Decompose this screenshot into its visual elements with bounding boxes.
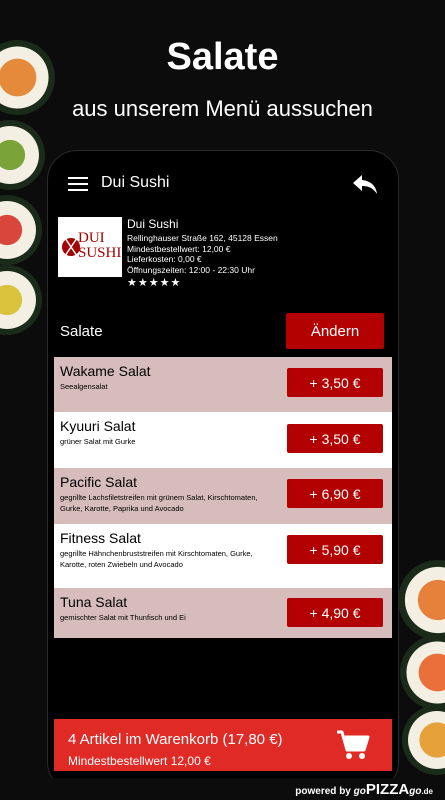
item-name: Pacific Salat (60, 474, 138, 490)
add-price-button[interactable]: + 4,90 € (287, 598, 383, 627)
add-price-button[interactable]: + 5,90 € (287, 535, 383, 564)
menu-item[interactable]: Fitness Salat gegrillte Hähnchenbruststr… (54, 524, 392, 588)
cart-bar[interactable]: 4 Artikel im Warenkorb (17,80 €) Mindest… (54, 719, 392, 771)
promo-title: Salate (166, 36, 279, 78)
powered-by-text: powered by goPIZZAgo.de (295, 781, 433, 798)
menu-icon[interactable] (68, 177, 88, 191)
item-description: gegrillte Lachsfiletstreifen mit grünem … (60, 493, 258, 513)
restaurant-info: DUI SUSHI Dui Sushi Rellinghauser Straße… (54, 209, 392, 301)
brand-go-2: go (409, 786, 422, 797)
menu-list: Wakame Salat Seealgensalat + 3,50 € Kyuu… (54, 357, 392, 638)
promo-subtitle: aus unserem Menü aussuchen (72, 96, 373, 121)
add-price-button[interactable]: + 6,90 € (287, 479, 383, 508)
logo-text-2: SUSHI (78, 245, 122, 261)
item-name: Tuna Salat (60, 594, 128, 610)
restaurant-address: Rellinghauser Straße 162, 45128 Essen (127, 233, 278, 243)
item-description: Seealgensalat (60, 382, 108, 391)
powered-by-label: powered by (295, 786, 351, 797)
menu-item[interactable]: Pacific Salat gegrillte Lachsfiletstreif… (54, 468, 392, 524)
app-title: Dui Sushi (101, 174, 170, 191)
shopping-cart-icon[interactable] (336, 729, 370, 761)
app-screen: Dui Sushi DUI SUSHI Dui Sushi Rellinghau… (54, 157, 392, 779)
menu-item[interactable]: Kyuuri Salat grüner Salat mit Gurke + 3,… (54, 412, 392, 468)
cart-min-order: Mindestbestellwert 12,00 € (68, 754, 211, 768)
item-name: Wakame Salat (60, 363, 151, 379)
change-category-button[interactable]: Ändern (286, 313, 384, 349)
footer: powered by goPIZZAgo.de (0, 778, 445, 800)
logo-text-1: DUI (78, 230, 105, 246)
min-order: Mindestbestellwert: 12,00 € (127, 243, 231, 254)
restaurant-name: Dui Sushi (127, 217, 179, 231)
menu-item[interactable]: Tuna Salat gemischter Salat mit Thunfisc… (54, 588, 392, 638)
opening-hours: Öffnungszeiten: 12:00 - 22:30 Uhr (127, 264, 255, 275)
menu-item[interactable]: Wakame Salat Seealgensalat + 3,50 € (54, 357, 392, 412)
brand-tld: .de (421, 787, 433, 796)
item-description: grüner Salat mit Gurke (60, 437, 136, 446)
category-header: Salate Ändern (54, 307, 392, 352)
add-price-button[interactable]: + 3,50 € (287, 368, 383, 397)
category-label: Salate (60, 323, 103, 340)
brand-pizza: PIZZA (365, 781, 410, 798)
item-description: gegrillte Hähnchenbruststreifen mit Kirs… (60, 549, 253, 569)
app-bar: Dui Sushi (54, 157, 392, 209)
brand-go: go (353, 786, 366, 797)
cart-summary: 4 Artikel im Warenkorb (17,80 €) (68, 731, 283, 748)
delivery-cost: Lieferkosten: 0,00 € (127, 254, 202, 264)
rating-stars: ★★★★★ (127, 277, 182, 289)
item-name: Fitness Salat (60, 530, 141, 546)
item-description: gemischter Salat mit Thunfisch und Ei (60, 613, 186, 622)
restaurant-logo: DUI SUSHI (58, 217, 122, 277)
back-arrow-icon[interactable] (352, 173, 378, 195)
add-price-button[interactable]: + 3,50 € (287, 424, 383, 453)
item-name: Kyuuri Salat (60, 418, 136, 434)
